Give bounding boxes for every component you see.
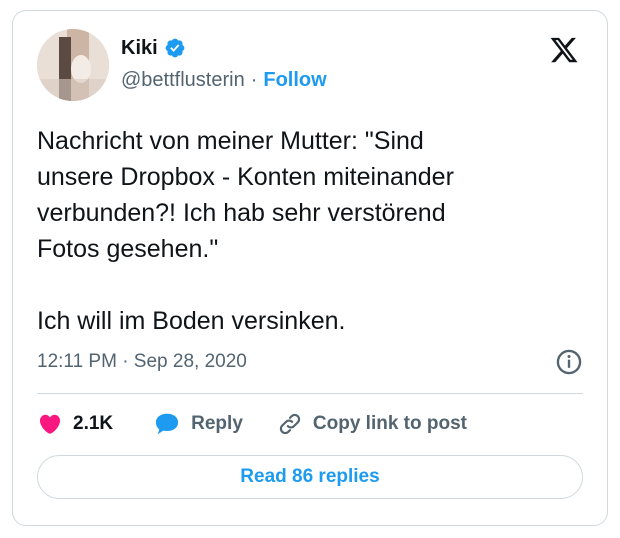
author-handle[interactable]: @bettflusterin xyxy=(121,69,245,92)
x-logo-icon[interactable] xyxy=(549,35,579,65)
speech-bubble-icon xyxy=(156,413,179,435)
reply-label: Reply xyxy=(191,413,243,434)
info-icon[interactable] xyxy=(555,348,583,376)
copy-link-button[interactable]: Copy link to post xyxy=(277,411,467,437)
like-button[interactable]: 2.1K xyxy=(37,412,113,436)
author-name[interactable]: Kiki xyxy=(121,37,158,60)
copy-link-label: Copy link to post xyxy=(312,413,467,434)
read-replies-button[interactable]: Read 86 replies xyxy=(37,455,583,499)
verified-badge-icon xyxy=(165,38,185,58)
like-count: 2.1K xyxy=(73,413,114,434)
divider xyxy=(37,393,583,394)
tweet-text: Nachricht von meiner Mutter: "Sind unser… xyxy=(37,127,454,335)
separator-dot: · xyxy=(250,69,258,91)
action-bar: 2.1K Reply Copy link to post xyxy=(37,409,467,439)
reply-button[interactable]: Reply xyxy=(153,411,243,437)
avatar[interactable] xyxy=(37,29,109,101)
tweet-timestamp[interactable]: 12:11 PM · Sep 28, 2020 xyxy=(37,351,247,373)
link-icon xyxy=(279,413,301,435)
heart-icon xyxy=(39,414,61,434)
author-handle-row: @bettflusterin · Follow xyxy=(121,69,327,92)
follow-button[interactable]: Follow xyxy=(263,69,326,92)
author-name-row: Kiki xyxy=(121,35,186,61)
tweet-card: Kiki @bettflusterin · Follow Nachricht v… xyxy=(12,10,608,526)
